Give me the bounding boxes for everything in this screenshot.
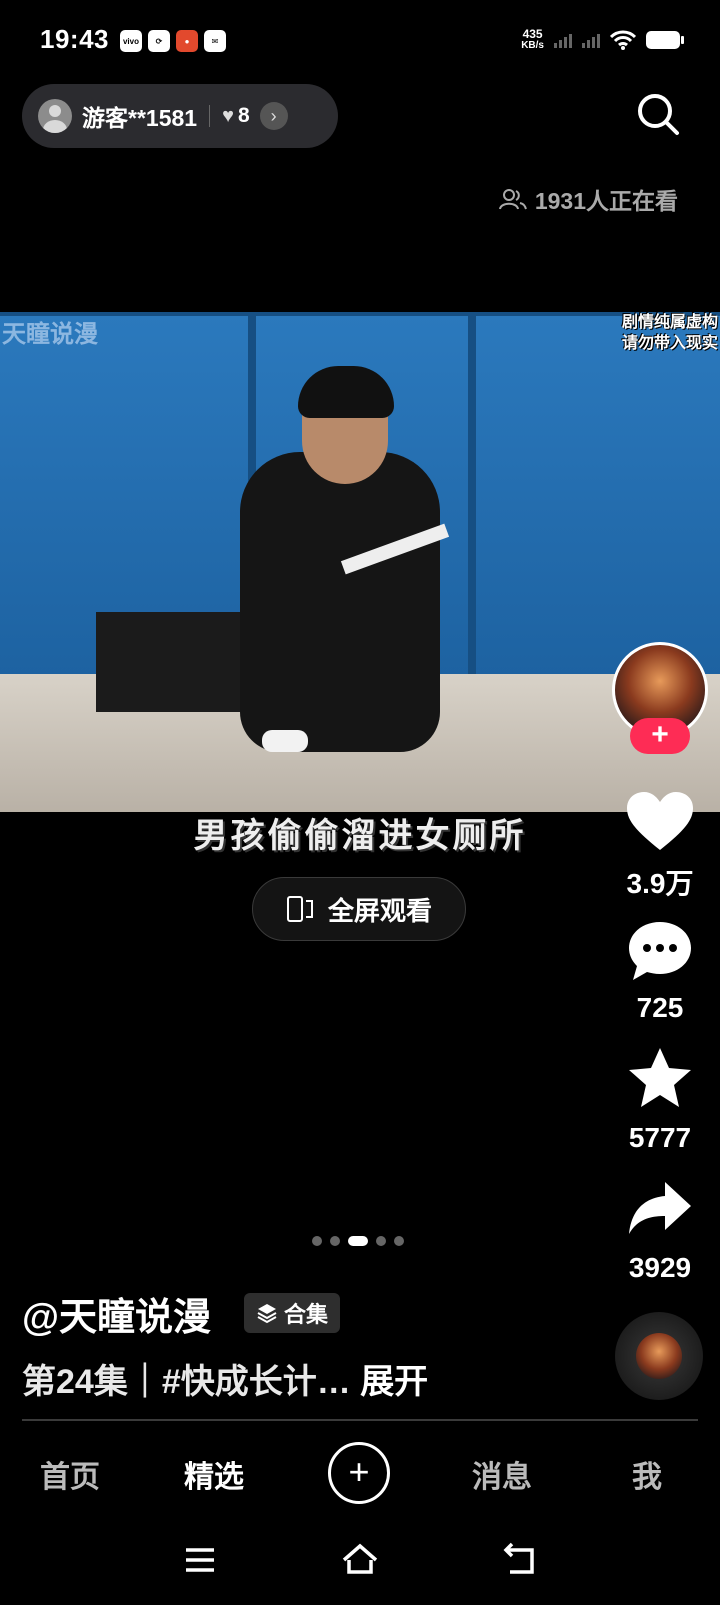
follow-button[interactable]: + xyxy=(630,718,690,754)
tab-messages[interactable]: 消息 xyxy=(472,1452,532,1496)
status-bar: 19:43 vivo ⟳ ● ✉ 435 KB/s xyxy=(0,0,720,84)
system-nav-bar xyxy=(0,1530,720,1605)
menu-button[interactable] xyxy=(180,1540,220,1580)
guest-likes-count: 8 xyxy=(237,104,250,127)
tab-home[interactable]: 首页 xyxy=(40,1452,100,1496)
fullscreen-label: 全屏观看 xyxy=(327,895,432,926)
watermark-right-line1: 剧情纯属虚构 xyxy=(621,314,718,331)
menu-icon xyxy=(186,1548,214,1572)
boy-figure xyxy=(240,452,440,752)
search-icon xyxy=(638,94,679,135)
heart-icon: ♥ xyxy=(222,104,234,127)
share-count: 3929 xyxy=(628,1252,692,1283)
like-button[interactable] xyxy=(625,790,695,854)
divider xyxy=(22,1419,698,1421)
pager-dot xyxy=(312,1236,322,1246)
net-speed-value: 435 xyxy=(522,27,543,41)
status-app-icons: vivo ⟳ ● ✉ xyxy=(120,30,226,52)
tab-me[interactable]: 我 xyxy=(632,1452,662,1496)
fullscreen-button[interactable]: 全屏观看 xyxy=(252,877,466,941)
pager-dots xyxy=(312,1236,404,1246)
viewers-count: 1931人正在看 xyxy=(498,182,678,216)
share-icon xyxy=(629,1182,691,1234)
wifi-icon xyxy=(610,30,636,50)
ok-app-icon: ● xyxy=(176,30,198,52)
signal-2-icon xyxy=(582,32,600,48)
status-time: 19:43 xyxy=(40,24,109,54)
music-cover xyxy=(636,1333,682,1379)
layers-icon xyxy=(257,1304,277,1324)
video-player[interactable]: 天瞳说漫 剧情纯属虚构 请勿带入现实 xyxy=(0,312,720,812)
description-text: 第24集｜#快成长计… xyxy=(22,1363,351,1401)
comment-icon xyxy=(629,922,691,980)
wall-panel xyxy=(472,312,720,682)
tab-featured[interactable]: 精选 xyxy=(184,1452,244,1496)
home-button[interactable] xyxy=(340,1540,380,1580)
message-app-icon: ✉ xyxy=(204,30,226,52)
users-icon xyxy=(498,189,527,210)
pager-dot xyxy=(376,1236,386,1246)
video-description[interactable]: 第24集｜#快成长计… 展开 xyxy=(22,1354,428,1403)
collection-label: 合集 xyxy=(284,1302,329,1327)
create-button[interactable]: + xyxy=(328,1442,390,1504)
pager-dot-active xyxy=(348,1236,368,1246)
pill-divider xyxy=(209,105,211,127)
pager-dot xyxy=(394,1236,404,1246)
like-count: 3.9万 xyxy=(626,868,694,899)
back-button[interactable] xyxy=(500,1540,540,1580)
ai-app-icon: ⟳ xyxy=(148,30,170,52)
net-speed-unit: KB/s xyxy=(521,40,544,51)
guest-username: 游客**1581 xyxy=(82,105,198,131)
video-subtitle: 男孩偷偷溜进女厕所 xyxy=(193,817,527,855)
author-name[interactable]: @天瞳说漫 xyxy=(22,1286,211,1341)
user-pill[interactable]: 游客**1581 ♥ 8 › xyxy=(22,84,338,148)
back-icon xyxy=(503,1542,534,1574)
rotate-screen-icon xyxy=(286,896,313,922)
expand-button[interactable]: 展开 xyxy=(360,1363,428,1401)
boy-shoe xyxy=(262,730,308,752)
watermark-right-line2: 请勿带入现实 xyxy=(621,335,718,352)
favorite-button[interactable] xyxy=(625,1046,695,1110)
music-disc[interactable] xyxy=(615,1312,703,1400)
vivo-app-icon: vivo xyxy=(120,30,142,52)
net-speed: 435 KB/s xyxy=(521,28,544,52)
watermark-left: 天瞳说漫 xyxy=(2,321,98,348)
status-right: 435 KB/s xyxy=(521,28,684,52)
shadow-box xyxy=(96,612,246,712)
pager-dot xyxy=(330,1236,340,1246)
search-button[interactable] xyxy=(636,92,680,136)
home-icon xyxy=(342,1543,378,1574)
battery-icon xyxy=(646,31,684,49)
comment-button[interactable] xyxy=(625,918,695,982)
share-button[interactable] xyxy=(625,1176,695,1240)
viewers-text: 1931人正在看 xyxy=(534,188,678,214)
watermark-right: 剧情纯属虚构 请勿带入现实 xyxy=(622,312,718,354)
signal-1-icon xyxy=(554,32,572,48)
star-icon xyxy=(629,1048,691,1107)
favorite-count: 5777 xyxy=(628,1122,692,1153)
heart-icon xyxy=(627,792,693,850)
comment-count: 725 xyxy=(636,992,684,1023)
collection-tag[interactable]: 合集 xyxy=(244,1293,341,1333)
guest-avatar xyxy=(38,99,72,133)
bottom-tab-bar: 首页 精选 + 消息 我 xyxy=(0,1430,720,1514)
chevron-right-icon[interactable]: › xyxy=(259,102,288,130)
